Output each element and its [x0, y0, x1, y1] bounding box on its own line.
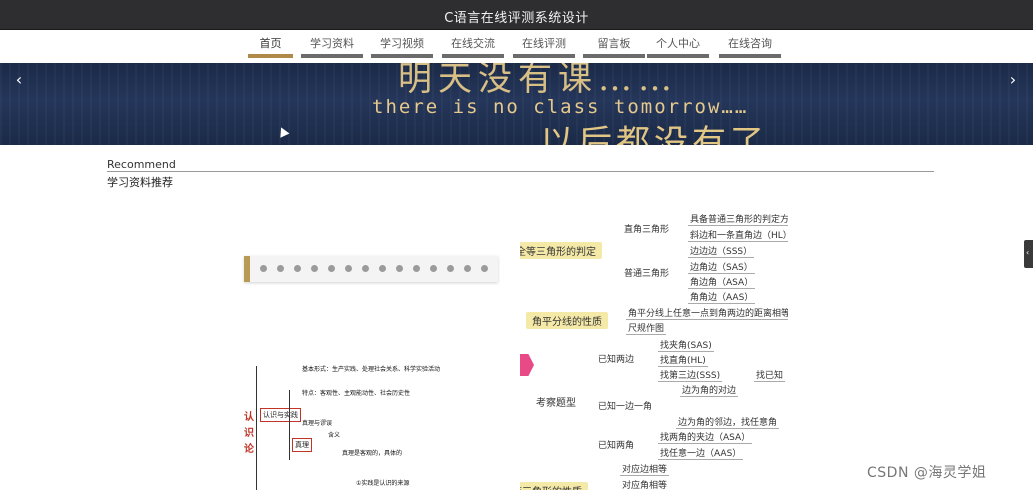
section-divider [107, 171, 934, 172]
dot-icon[interactable] [447, 265, 454, 272]
carousel-prev-icon[interactable]: ‹ [10, 69, 28, 91]
dot-icon[interactable] [311, 265, 318, 272]
topic-congruent-judgment: 全等三角形的判定 [520, 242, 602, 259]
tab-personal-center[interactable]: 个人中心 [647, 30, 709, 58]
side-panel-toggle[interactable]: ‹ [1024, 240, 1033, 268]
topic-angle-bisector: 角平分线的性质 [526, 312, 608, 329]
dot-icon[interactable] [481, 265, 488, 272]
mindmap-thumbnail-left[interactable]: 认识论 认识与实践 真理 基本形式：生产实践、处理社会关系、科学实验活动 特点：… [244, 362, 506, 490]
dot-icon[interactable] [345, 265, 352, 272]
tab-online-evaluation[interactable]: 在线评测 [513, 30, 575, 58]
tab-study-materials[interactable]: 学习资料 [301, 30, 363, 58]
banner-text-line1: 明天没有课…… [398, 63, 678, 99]
banner-text-line3: 以后都没有了…… [540, 123, 844, 145]
mindmap-left-tag: 认识论 [244, 412, 254, 455]
banner-carousel: 明天没有课…… there is no class tomorrow…… 以后都… [0, 63, 1033, 145]
dot-icon[interactable] [413, 265, 420, 272]
dot-icon[interactable] [396, 265, 403, 272]
app-title: C语言在线评测系统设计 [444, 11, 589, 26]
dot-icon[interactable] [430, 265, 437, 272]
chevron-left-icon: ‹ [1026, 248, 1030, 257]
dot-icon[interactable] [260, 265, 267, 272]
dot-icon[interactable] [328, 265, 335, 272]
material-card-left[interactable] [244, 256, 498, 282]
mindmap-left-box2: 真理 [292, 438, 312, 452]
dot-icon[interactable] [362, 265, 369, 272]
dot-icon[interactable] [379, 265, 386, 272]
section-title-cn: 学习资料推荐 [107, 176, 173, 189]
pagination-dots [260, 265, 488, 272]
dot-icon[interactable] [277, 265, 284, 272]
tab-home[interactable]: 首页 [248, 30, 293, 58]
tab-message-board[interactable]: 留言板 [583, 30, 645, 58]
topic-congruent-properties: 全等三角形的性质 [520, 482, 588, 490]
section-title-en: Recommend [107, 158, 176, 171]
title-bar: C语言在线评测系统设计 [0, 0, 1033, 30]
topic-exam-types: 考察题型 [536, 398, 576, 409]
mindmap-left-box1: 认识与实践 [260, 408, 301, 422]
tab-online-consult[interactable]: 在线咨询 [719, 30, 781, 58]
dot-icon[interactable] [464, 265, 471, 272]
pink-arrow-icon [520, 354, 534, 376]
main-nav: 首页 学习资料 学习视频 在线交流 在线评测 留言板 个人中心 在线咨询 [0, 30, 1033, 62]
mindmap-image-right[interactable]: 全等三角形的判定 直角三角形 具备普通三角形的判定方法 斜边和一条直角边（HL）… [520, 208, 788, 490]
watermark: CSDN @海灵学姐 [867, 465, 987, 481]
dot-icon[interactable] [294, 265, 301, 272]
tab-online-exchange[interactable]: 在线交流 [442, 30, 504, 58]
tab-study-videos[interactable]: 学习视频 [371, 30, 433, 58]
carousel-next-icon[interactable]: › [1004, 69, 1022, 91]
